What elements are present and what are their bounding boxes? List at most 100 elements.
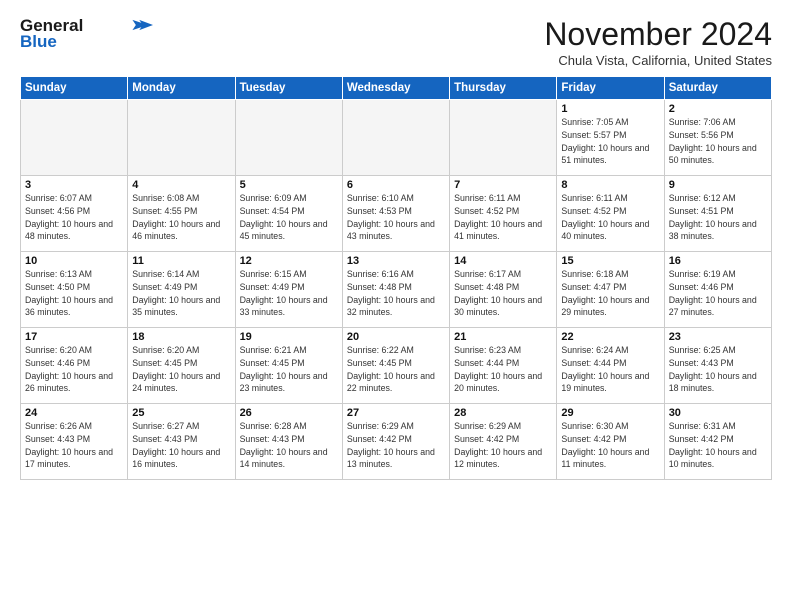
day-number: 11 — [132, 255, 230, 267]
calendar-cell: 14Sunrise: 6:17 AM Sunset: 4:48 PM Dayli… — [450, 252, 557, 328]
day-number: 30 — [669, 407, 767, 419]
week-row-5: 24Sunrise: 6:26 AM Sunset: 4:43 PM Dayli… — [21, 404, 772, 480]
month-title: November 2024 — [544, 16, 772, 53]
week-row-3: 10Sunrise: 6:13 AM Sunset: 4:50 PM Dayli… — [21, 252, 772, 328]
calendar-cell: 8Sunrise: 6:11 AM Sunset: 4:52 PM Daylig… — [557, 176, 664, 252]
col-sunday: Sunday — [21, 77, 128, 100]
day-info: Sunrise: 6:11 AM Sunset: 4:52 PM Dayligh… — [561, 192, 659, 243]
day-info: Sunrise: 6:08 AM Sunset: 4:55 PM Dayligh… — [132, 192, 230, 243]
day-number: 23 — [669, 331, 767, 343]
calendar-cell: 5Sunrise: 6:09 AM Sunset: 4:54 PM Daylig… — [235, 176, 342, 252]
calendar-cell: 11Sunrise: 6:14 AM Sunset: 4:49 PM Dayli… — [128, 252, 235, 328]
day-info: Sunrise: 6:29 AM Sunset: 4:42 PM Dayligh… — [347, 420, 445, 471]
day-number: 4 — [132, 179, 230, 191]
calendar-cell: 2Sunrise: 7:06 AM Sunset: 5:56 PM Daylig… — [664, 100, 771, 176]
logo-blue: Blue — [20, 32, 57, 52]
day-info: Sunrise: 6:23 AM Sunset: 4:44 PM Dayligh… — [454, 344, 552, 395]
calendar-header-row: Sunday Monday Tuesday Wednesday Thursday… — [21, 77, 772, 100]
calendar-cell — [128, 100, 235, 176]
day-info: Sunrise: 6:18 AM Sunset: 4:47 PM Dayligh… — [561, 268, 659, 319]
calendar: Sunday Monday Tuesday Wednesday Thursday… — [20, 76, 772, 480]
calendar-cell: 26Sunrise: 6:28 AM Sunset: 4:43 PM Dayli… — [235, 404, 342, 480]
calendar-cell: 16Sunrise: 6:19 AM Sunset: 4:46 PM Dayli… — [664, 252, 771, 328]
calendar-cell: 10Sunrise: 6:13 AM Sunset: 4:50 PM Dayli… — [21, 252, 128, 328]
page: General Blue November 2024 Chula Vista, … — [0, 0, 792, 612]
calendar-cell: 21Sunrise: 6:23 AM Sunset: 4:44 PM Dayli… — [450, 328, 557, 404]
day-info: Sunrise: 6:24 AM Sunset: 4:44 PM Dayligh… — [561, 344, 659, 395]
location: Chula Vista, California, United States — [544, 53, 772, 68]
day-number: 8 — [561, 179, 659, 191]
calendar-cell: 7Sunrise: 6:11 AM Sunset: 4:52 PM Daylig… — [450, 176, 557, 252]
day-info: Sunrise: 6:13 AM Sunset: 4:50 PM Dayligh… — [25, 268, 123, 319]
day-number: 20 — [347, 331, 445, 343]
col-friday: Friday — [557, 77, 664, 100]
calendar-cell: 27Sunrise: 6:29 AM Sunset: 4:42 PM Dayli… — [342, 404, 449, 480]
col-thursday: Thursday — [450, 77, 557, 100]
calendar-cell: 18Sunrise: 6:20 AM Sunset: 4:45 PM Dayli… — [128, 328, 235, 404]
day-info: Sunrise: 6:12 AM Sunset: 4:51 PM Dayligh… — [669, 192, 767, 243]
calendar-cell: 30Sunrise: 6:31 AM Sunset: 4:42 PM Dayli… — [664, 404, 771, 480]
day-number: 17 — [25, 331, 123, 343]
day-info: Sunrise: 6:16 AM Sunset: 4:48 PM Dayligh… — [347, 268, 445, 319]
col-tuesday: Tuesday — [235, 77, 342, 100]
col-saturday: Saturday — [664, 77, 771, 100]
day-info: Sunrise: 6:27 AM Sunset: 4:43 PM Dayligh… — [132, 420, 230, 471]
logo-icon — [129, 18, 153, 32]
day-number: 22 — [561, 331, 659, 343]
day-info: Sunrise: 6:19 AM Sunset: 4:46 PM Dayligh… — [669, 268, 767, 319]
calendar-cell: 12Sunrise: 6:15 AM Sunset: 4:49 PM Dayli… — [235, 252, 342, 328]
day-number: 24 — [25, 407, 123, 419]
col-wednesday: Wednesday — [342, 77, 449, 100]
day-number: 14 — [454, 255, 552, 267]
day-number: 26 — [240, 407, 338, 419]
calendar-cell: 19Sunrise: 6:21 AM Sunset: 4:45 PM Dayli… — [235, 328, 342, 404]
day-info: Sunrise: 6:07 AM Sunset: 4:56 PM Dayligh… — [25, 192, 123, 243]
day-info: Sunrise: 6:26 AM Sunset: 4:43 PM Dayligh… — [25, 420, 123, 471]
day-info: Sunrise: 7:06 AM Sunset: 5:56 PM Dayligh… — [669, 116, 767, 167]
calendar-cell: 28Sunrise: 6:29 AM Sunset: 4:42 PM Dayli… — [450, 404, 557, 480]
day-number: 5 — [240, 179, 338, 191]
day-number: 29 — [561, 407, 659, 419]
day-number: 18 — [132, 331, 230, 343]
day-number: 9 — [669, 179, 767, 191]
calendar-cell: 23Sunrise: 6:25 AM Sunset: 4:43 PM Dayli… — [664, 328, 771, 404]
day-number: 6 — [347, 179, 445, 191]
calendar-cell — [21, 100, 128, 176]
day-info: Sunrise: 6:28 AM Sunset: 4:43 PM Dayligh… — [240, 420, 338, 471]
day-number: 3 — [25, 179, 123, 191]
day-info: Sunrise: 6:20 AM Sunset: 4:46 PM Dayligh… — [25, 344, 123, 395]
calendar-cell: 24Sunrise: 6:26 AM Sunset: 4:43 PM Dayli… — [21, 404, 128, 480]
day-number: 19 — [240, 331, 338, 343]
calendar-cell: 13Sunrise: 6:16 AM Sunset: 4:48 PM Dayli… — [342, 252, 449, 328]
day-info: Sunrise: 6:10 AM Sunset: 4:53 PM Dayligh… — [347, 192, 445, 243]
day-info: Sunrise: 6:15 AM Sunset: 4:49 PM Dayligh… — [240, 268, 338, 319]
calendar-cell: 17Sunrise: 6:20 AM Sunset: 4:46 PM Dayli… — [21, 328, 128, 404]
day-info: Sunrise: 6:25 AM Sunset: 4:43 PM Dayligh… — [669, 344, 767, 395]
calendar-cell: 22Sunrise: 6:24 AM Sunset: 4:44 PM Dayli… — [557, 328, 664, 404]
day-number: 25 — [132, 407, 230, 419]
day-number: 1 — [561, 103, 659, 115]
day-number: 2 — [669, 103, 767, 115]
day-info: Sunrise: 6:31 AM Sunset: 4:42 PM Dayligh… — [669, 420, 767, 471]
day-info: Sunrise: 7:05 AM Sunset: 5:57 PM Dayligh… — [561, 116, 659, 167]
calendar-cell: 15Sunrise: 6:18 AM Sunset: 4:47 PM Dayli… — [557, 252, 664, 328]
calendar-cell: 29Sunrise: 6:30 AM Sunset: 4:42 PM Dayli… — [557, 404, 664, 480]
day-info: Sunrise: 6:11 AM Sunset: 4:52 PM Dayligh… — [454, 192, 552, 243]
day-number: 12 — [240, 255, 338, 267]
day-info: Sunrise: 6:22 AM Sunset: 4:45 PM Dayligh… — [347, 344, 445, 395]
calendar-cell: 4Sunrise: 6:08 AM Sunset: 4:55 PM Daylig… — [128, 176, 235, 252]
calendar-cell: 3Sunrise: 6:07 AM Sunset: 4:56 PM Daylig… — [21, 176, 128, 252]
day-info: Sunrise: 6:20 AM Sunset: 4:45 PM Dayligh… — [132, 344, 230, 395]
day-info: Sunrise: 6:14 AM Sunset: 4:49 PM Dayligh… — [132, 268, 230, 319]
day-number: 28 — [454, 407, 552, 419]
week-row-1: 1Sunrise: 7:05 AM Sunset: 5:57 PM Daylig… — [21, 100, 772, 176]
title-block: November 2024 Chula Vista, California, U… — [544, 16, 772, 68]
calendar-cell — [450, 100, 557, 176]
day-number: 21 — [454, 331, 552, 343]
col-monday: Monday — [128, 77, 235, 100]
header: General Blue November 2024 Chula Vista, … — [20, 16, 772, 68]
day-info: Sunrise: 6:21 AM Sunset: 4:45 PM Dayligh… — [240, 344, 338, 395]
day-info: Sunrise: 6:17 AM Sunset: 4:48 PM Dayligh… — [454, 268, 552, 319]
day-number: 27 — [347, 407, 445, 419]
day-number: 13 — [347, 255, 445, 267]
